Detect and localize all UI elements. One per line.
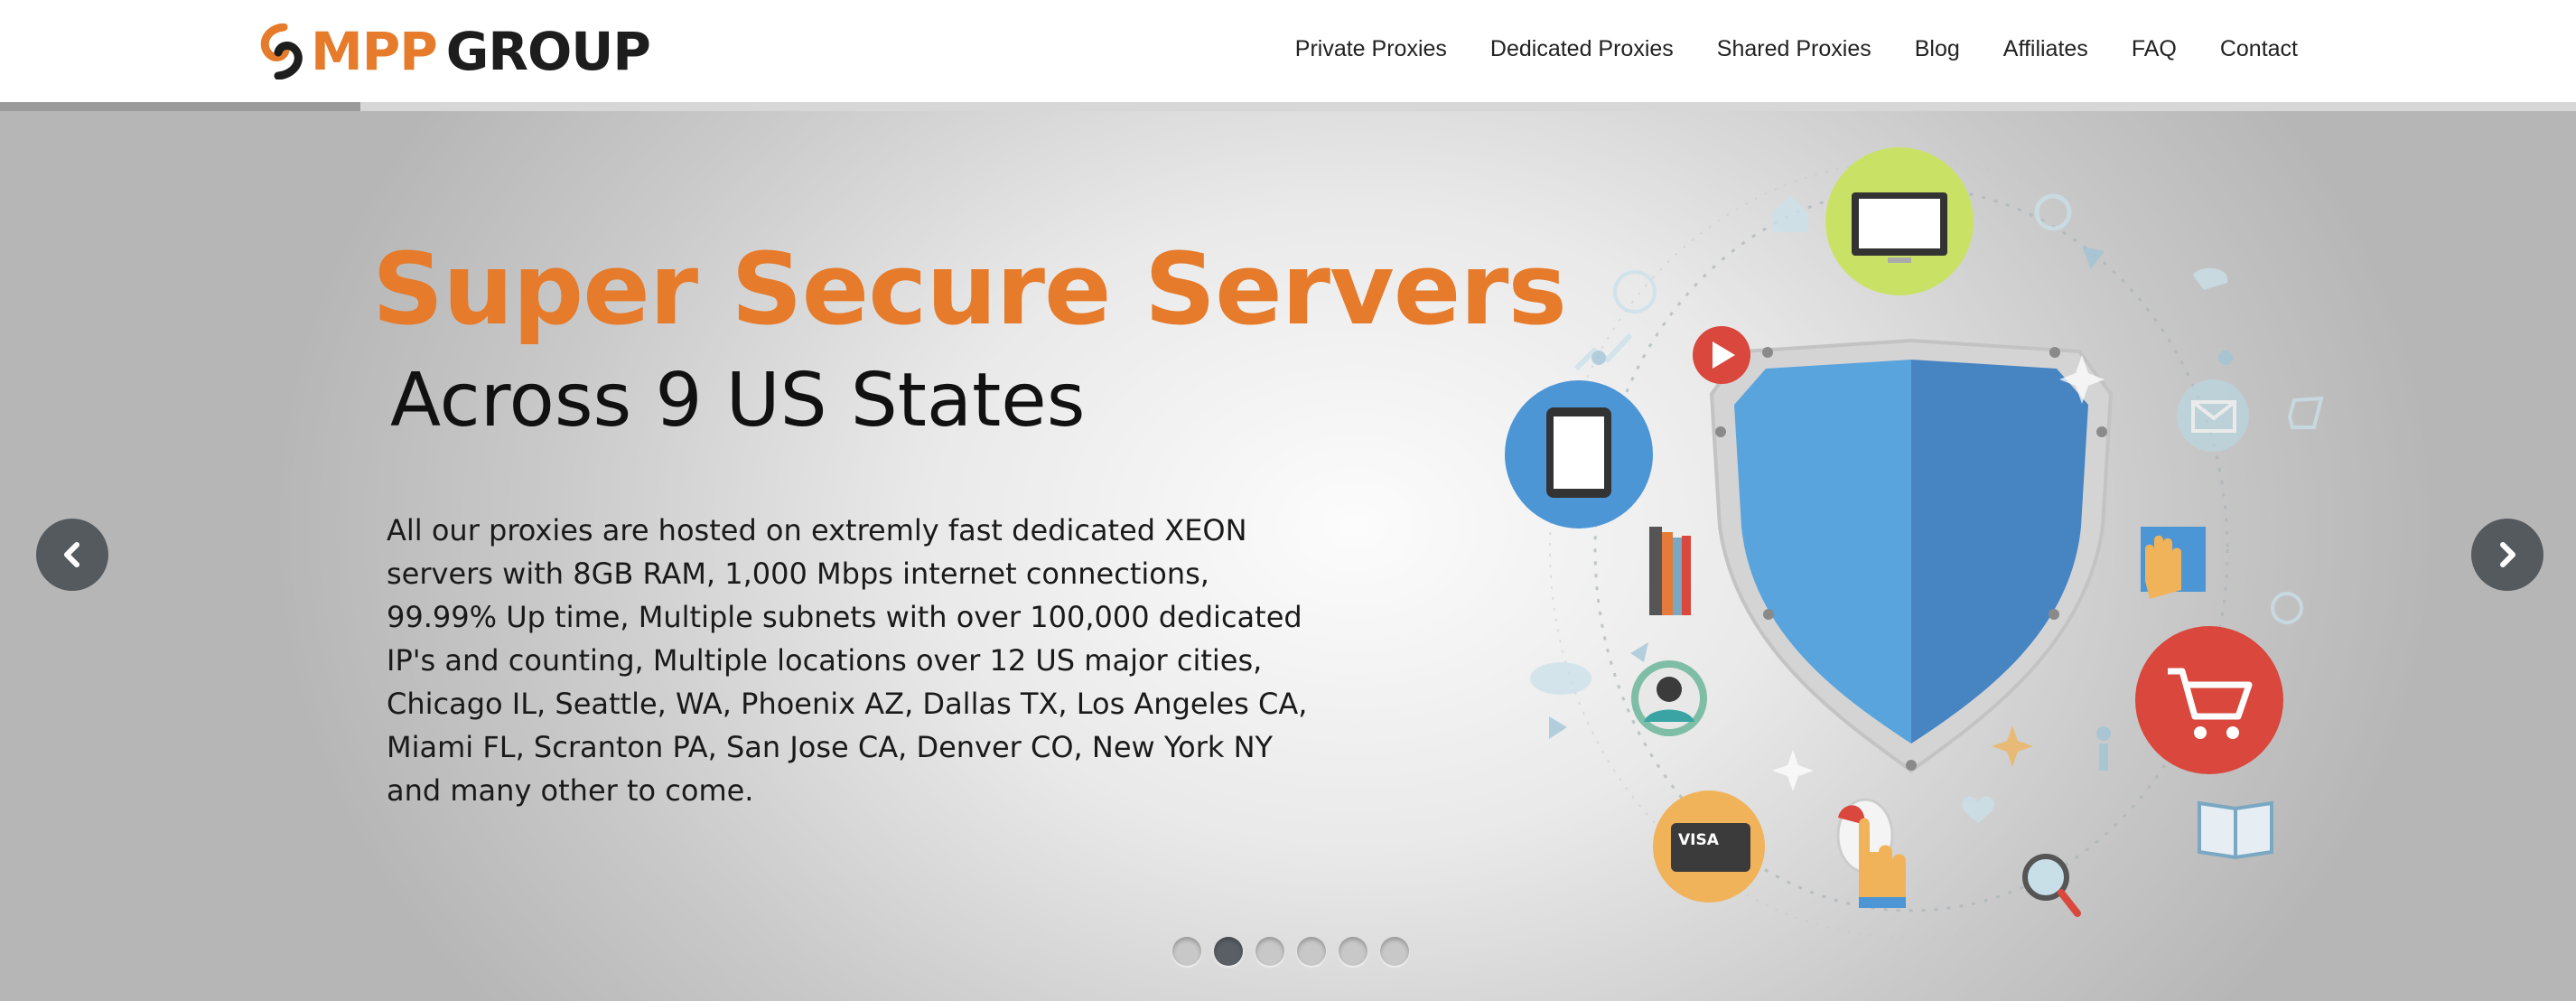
shield-icon (1709, 338, 2114, 773)
hero-subtitle: Across 9 US States (390, 358, 1086, 444)
slide-indicators (1172, 937, 1409, 966)
hand-box-icon (2141, 527, 2206, 599)
chevron-right-icon (2500, 542, 2515, 567)
books-icon (1649, 527, 1691, 615)
slide-dot-3[interactable] (1255, 937, 1284, 966)
slide-dot-1[interactable] (1172, 937, 1201, 966)
nav-private-proxies[interactable]: Private Proxies (1295, 36, 1447, 62)
chevron-left-icon (64, 542, 79, 567)
hero-slider: Super Secure Servers Across 9 US States … (0, 102, 2576, 1001)
logo[interactable]: MPP GROUP (257, 20, 651, 83)
nav-faq[interactable]: FAQ (2132, 36, 2177, 62)
cart-icon (2135, 626, 2283, 774)
nav-affiliates[interactable]: Affiliates (2003, 36, 2088, 62)
navbar: MPP GROUP Private Proxies Dedicated Prox… (0, 0, 2576, 102)
user-icon (1631, 660, 1707, 736)
slide-dot-4[interactable] (1297, 937, 1326, 966)
slide-progress-fill (0, 102, 361, 111)
logo-group-text: GROUP (445, 21, 651, 82)
slide-dot-5[interactable] (1339, 937, 1367, 966)
tablet-icon (1505, 380, 1653, 529)
mail-icon (2177, 379, 2249, 452)
card-visa-text: VISA (1678, 831, 1720, 849)
security-illustration: VISA (1505, 147, 2324, 939)
hero-title: Super Secure Servers (372, 231, 1567, 347)
play-icon (1693, 326, 1750, 384)
slide-dot-2[interactable] (1214, 937, 1243, 966)
prev-slide-button[interactable] (36, 519, 108, 591)
hand-pointer-icon (1836, 798, 1906, 908)
slide-progress-track (0, 102, 2576, 111)
nav-contact[interactable]: Contact (2220, 36, 2298, 62)
logo-mpp-text: MPP (311, 21, 438, 82)
nav-shared-proxies[interactable]: Shared Proxies (1717, 36, 1871, 62)
book-icon (2198, 800, 2273, 860)
credit-card-icon: VISA (1653, 791, 1765, 903)
slide-dot-6[interactable] (1380, 937, 1409, 966)
monitor-icon (1825, 147, 1974, 295)
main-nav: Private Proxies Dedicated Proxies Shared… (1252, 0, 2298, 98)
nav-blog[interactable]: Blog (1915, 36, 1960, 62)
logo-icon (260, 23, 303, 80)
next-slide-button[interactable] (2471, 519, 2543, 591)
hero-description: All our proxies are hosted on extremly f… (387, 513, 1308, 808)
search-icon (2022, 854, 2081, 917)
nav-dedicated-proxies[interactable]: Dedicated Proxies (1490, 36, 1674, 62)
